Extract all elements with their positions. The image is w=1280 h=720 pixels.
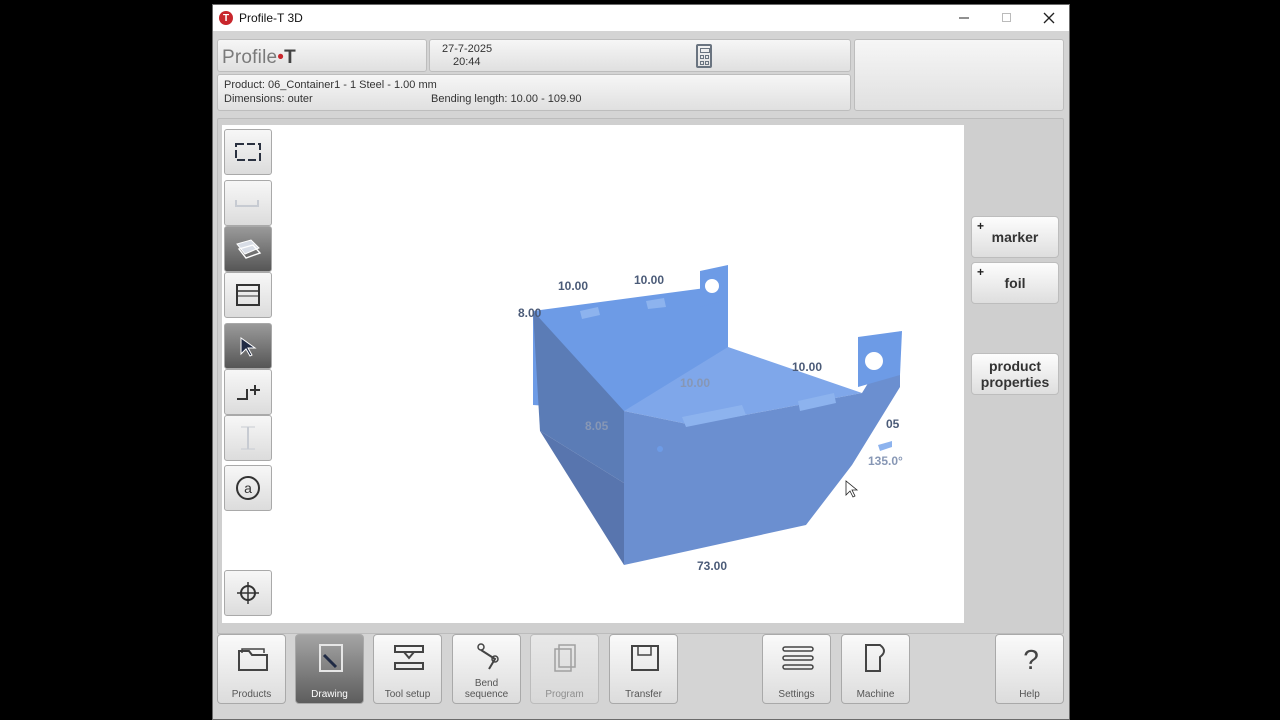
flat-profile-button[interactable] xyxy=(224,180,272,226)
dimension-label: 73.00 xyxy=(697,559,728,573)
sheet-view-button[interactable] xyxy=(224,272,272,318)
dimensions-mode: Dimensions: outer xyxy=(224,93,313,105)
logo-text: Profile xyxy=(222,47,278,68)
dimension-label: 05 xyxy=(886,417,900,431)
small-flange xyxy=(878,441,892,451)
window-title: Profile-T 3D xyxy=(239,11,303,25)
product-info-panel: Product: 06_Container1 - 1 Steel - 1.00 … xyxy=(217,74,851,111)
foil-label: foil xyxy=(1004,275,1026,291)
dimension-label: 10.00 xyxy=(634,273,665,287)
rotate-view-button[interactable] xyxy=(224,570,272,616)
time-text: 20:44 xyxy=(453,56,481,68)
nav-machine-label: Machine xyxy=(856,689,895,700)
select-arrow-icon xyxy=(240,337,257,357)
dimension-label: 8.05 xyxy=(585,419,609,433)
flat-profile-icon xyxy=(235,200,259,207)
svg-text:a: a xyxy=(244,480,252,496)
logo-letter: T xyxy=(284,47,296,68)
plus-icon: + xyxy=(977,219,985,233)
fit-view-button[interactable] xyxy=(224,129,272,175)
bending-length: Bending length: 10.00 - 109.90 xyxy=(431,93,582,105)
drawing-icon xyxy=(319,644,343,672)
machine-icon xyxy=(865,644,885,672)
work-area: 10.00 10.00 8.00 10.00 10.00 8.05 05 135… xyxy=(217,118,1064,634)
nav-help-label: Help xyxy=(1019,689,1040,700)
drawing-canvas[interactable]: 10.00 10.00 8.00 10.00 10.00 8.05 05 135… xyxy=(222,125,964,623)
nav-help[interactable]: ? Help xyxy=(995,634,1064,704)
at-sign-icon: a xyxy=(236,476,260,500)
save-disk-icon xyxy=(631,645,659,671)
marker-label: marker xyxy=(991,229,1039,245)
folder-icon xyxy=(238,648,268,671)
maximize-button[interactable] xyxy=(986,5,1028,31)
measure-button[interactable] xyxy=(224,415,272,461)
press-tool-icon xyxy=(394,645,424,670)
rotate-view-icon xyxy=(237,582,259,604)
calculator-icon[interactable] xyxy=(696,44,712,68)
dimension-label: 10.00 xyxy=(558,279,589,293)
product-line: Product: 06_Container1 - 1 Steel - 1.00 … xyxy=(224,79,437,91)
app-window: T Profile-T 3D Profile•T 27-7-2025 20:44… xyxy=(212,4,1070,720)
add-flange-button[interactable] xyxy=(224,369,272,415)
plus-icon: + xyxy=(977,265,985,279)
settings-list-icon xyxy=(782,646,814,670)
header-right-panel xyxy=(854,39,1064,111)
nav-transfer[interactable]: Transfer xyxy=(609,634,678,704)
nav-program[interactable]: Program xyxy=(530,634,599,704)
maximize-icon xyxy=(1002,13,1011,22)
sheet-view-icon xyxy=(236,284,260,306)
close-button[interactable] xyxy=(1028,5,1070,31)
nav-machine[interactable]: Machine xyxy=(841,634,910,704)
nav-products[interactable]: Products xyxy=(217,634,286,704)
part-3d-model xyxy=(533,265,902,565)
date-time-panel: 27-7-2025 20:44 xyxy=(429,39,851,72)
product-properties-button[interactable]: product properties xyxy=(971,353,1059,395)
tab-hole xyxy=(705,279,719,293)
foil-button[interactable]: + foil xyxy=(971,262,1059,304)
front-hole xyxy=(657,446,663,452)
select-tool-button[interactable] xyxy=(224,323,272,369)
nav-tool-setup[interactable]: Tool setup xyxy=(373,634,442,704)
nav-tool-setup-label: Tool setup xyxy=(384,689,431,700)
nav-settings[interactable]: Settings xyxy=(762,634,831,704)
marker-button[interactable]: + marker xyxy=(971,216,1059,258)
close-icon xyxy=(1043,12,1055,24)
nav-transfer-label: Transfer xyxy=(625,689,662,700)
fit-view-icon xyxy=(235,143,261,161)
dimension-label: 8.00 xyxy=(518,306,542,320)
label-tool-button[interactable]: a xyxy=(224,465,272,511)
measure-icon xyxy=(241,426,255,450)
tab-hole xyxy=(865,352,883,370)
minimize-icon xyxy=(959,17,969,19)
minimize-button[interactable] xyxy=(943,5,985,31)
nav-program-label: Program xyxy=(545,689,584,700)
help-question-icon: ? xyxy=(1023,644,1039,673)
bend-sequence-icon xyxy=(477,643,499,670)
nav-products-label: Products xyxy=(231,689,272,700)
product-properties-label: product properties xyxy=(980,358,1050,390)
date-text: 27-7-2025 xyxy=(442,43,493,55)
layers-button[interactable] xyxy=(224,226,272,272)
dimension-label: 10.00 xyxy=(680,376,711,390)
layers-icon xyxy=(236,239,262,259)
nav-drawing-label: Drawing xyxy=(311,689,348,700)
nav-bend-sequence[interactable]: Bend sequence xyxy=(452,634,521,704)
title-bar: T Profile-T 3D xyxy=(213,5,1069,31)
svg-text:?: ? xyxy=(1023,644,1039,673)
nav-drawing[interactable]: Drawing xyxy=(295,634,364,704)
nav-settings-label: Settings xyxy=(778,689,815,700)
program-pages-icon xyxy=(554,644,576,672)
app-logo-icon: T xyxy=(219,11,233,25)
brand-logo: Profile•T xyxy=(217,39,427,72)
angle-label: 135.0° xyxy=(868,454,903,468)
dimension-label: 10.00 xyxy=(792,360,823,374)
add-flange-icon xyxy=(237,385,260,400)
mouse-cursor-icon xyxy=(845,480,859,498)
nav-bend-sequence-label: Bend sequence xyxy=(464,678,509,700)
